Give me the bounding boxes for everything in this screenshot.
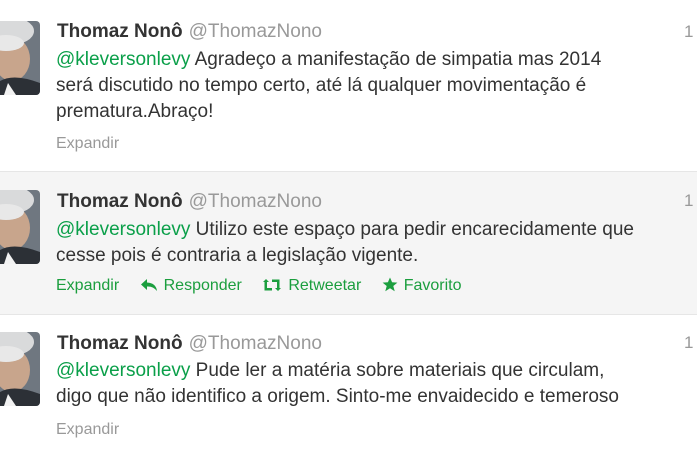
- retweet-button[interactable]: Retweetar: [262, 276, 361, 298]
- tweet-header: Thomaz Nonô @ThomazNono: [57, 332, 322, 356]
- author-handle[interactable]: @ThomazNono: [189, 333, 322, 354]
- author-name[interactable]: Thomaz Nonô: [57, 21, 183, 42]
- mention-link[interactable]: @kleversonlevy: [56, 49, 190, 70]
- retweet-label: Retweetar: [288, 277, 362, 294]
- avatar-photo: [0, 21, 40, 95]
- tweet-header: Thomaz Nonô @ThomazNono: [57, 190, 322, 214]
- expand-link[interactable]: Expandir: [56, 420, 119, 440]
- reply-button[interactable]: Responder: [140, 276, 242, 298]
- tweet-item[interactable]: Thomaz Nonô @ThomazNono 1 @kleversonlevy …: [0, 0, 697, 172]
- tweet-timestamp[interactable]: 1: [684, 22, 693, 42]
- tweet-item[interactable]: Thomaz Nonô @ThomazNono 1 @kleversonlevy …: [0, 315, 697, 465]
- retweet-icon: [262, 278, 282, 298]
- author-handle[interactable]: @ThomazNono: [189, 191, 322, 212]
- tweet-text-line: cesse pois é contraria a legislação vige…: [56, 245, 419, 266]
- avatar-photo: [0, 332, 40, 406]
- mention-link[interactable]: @kleversonlevy: [56, 219, 190, 240]
- tweet-text-line: prematura.Abraço!: [56, 101, 214, 122]
- mention-link[interactable]: @kleversonlevy: [56, 360, 190, 381]
- tweet-text-line: será discutido no tempo certo, até lá qu…: [56, 75, 587, 96]
- reply-arrow-icon: [140, 278, 158, 298]
- favorite-label: Favorito: [403, 277, 462, 294]
- expand-link[interactable]: Expandir: [56, 134, 119, 154]
- avatar[interactable]: [0, 21, 40, 95]
- tweet-timestamp[interactable]: 1: [684, 333, 693, 353]
- tweet-actions: Expandir: [56, 134, 135, 154]
- avatar[interactable]: [0, 332, 40, 406]
- expand-link[interactable]: Expandir: [56, 276, 119, 296]
- avatar[interactable]: [0, 190, 40, 264]
- tweet-header: Thomaz Nonô @ThomazNono: [57, 20, 322, 44]
- tweet-text: @kleversonlevy Agradeço a manifestação d…: [56, 47, 697, 125]
- tweet-text-line: digo que não identifico a origem. Sinto-…: [56, 386, 619, 407]
- tweet-text: @kleversonlevy Utilizo este espaço para …: [56, 217, 697, 269]
- author-name[interactable]: Thomaz Nonô: [57, 333, 183, 354]
- tweet-timestamp[interactable]: 1: [684, 191, 693, 211]
- tweet-actions: Expandir: [56, 420, 135, 440]
- tweet-timeline: Thomaz Nonô @ThomazNono 1 @kleversonlevy …: [0, 0, 697, 465]
- star-icon: [382, 277, 398, 298]
- tweet-actions: Expandir Responder Retweetar Favorito: [56, 276, 478, 298]
- tweet-text-line: Utilizo este espaço para pedir encarecid…: [190, 219, 635, 240]
- tweet-text-line: Agradeço a manifestação de simpatia mas …: [190, 49, 602, 70]
- author-handle[interactable]: @ThomazNono: [189, 21, 322, 42]
- tweet-item[interactable]: Thomaz Nonô @ThomazNono 1 @kleversonlevy …: [0, 172, 697, 315]
- author-name[interactable]: Thomaz Nonô: [57, 191, 183, 212]
- avatar-photo: [0, 190, 40, 264]
- tweet-text-line: Pude ler a matéria sobre materiais que c…: [190, 360, 605, 381]
- favorite-button[interactable]: Favorito: [382, 276, 462, 298]
- reply-label: Responder: [163, 277, 242, 294]
- tweet-text: @kleversonlevy Pude ler a matéria sobre …: [56, 358, 697, 410]
